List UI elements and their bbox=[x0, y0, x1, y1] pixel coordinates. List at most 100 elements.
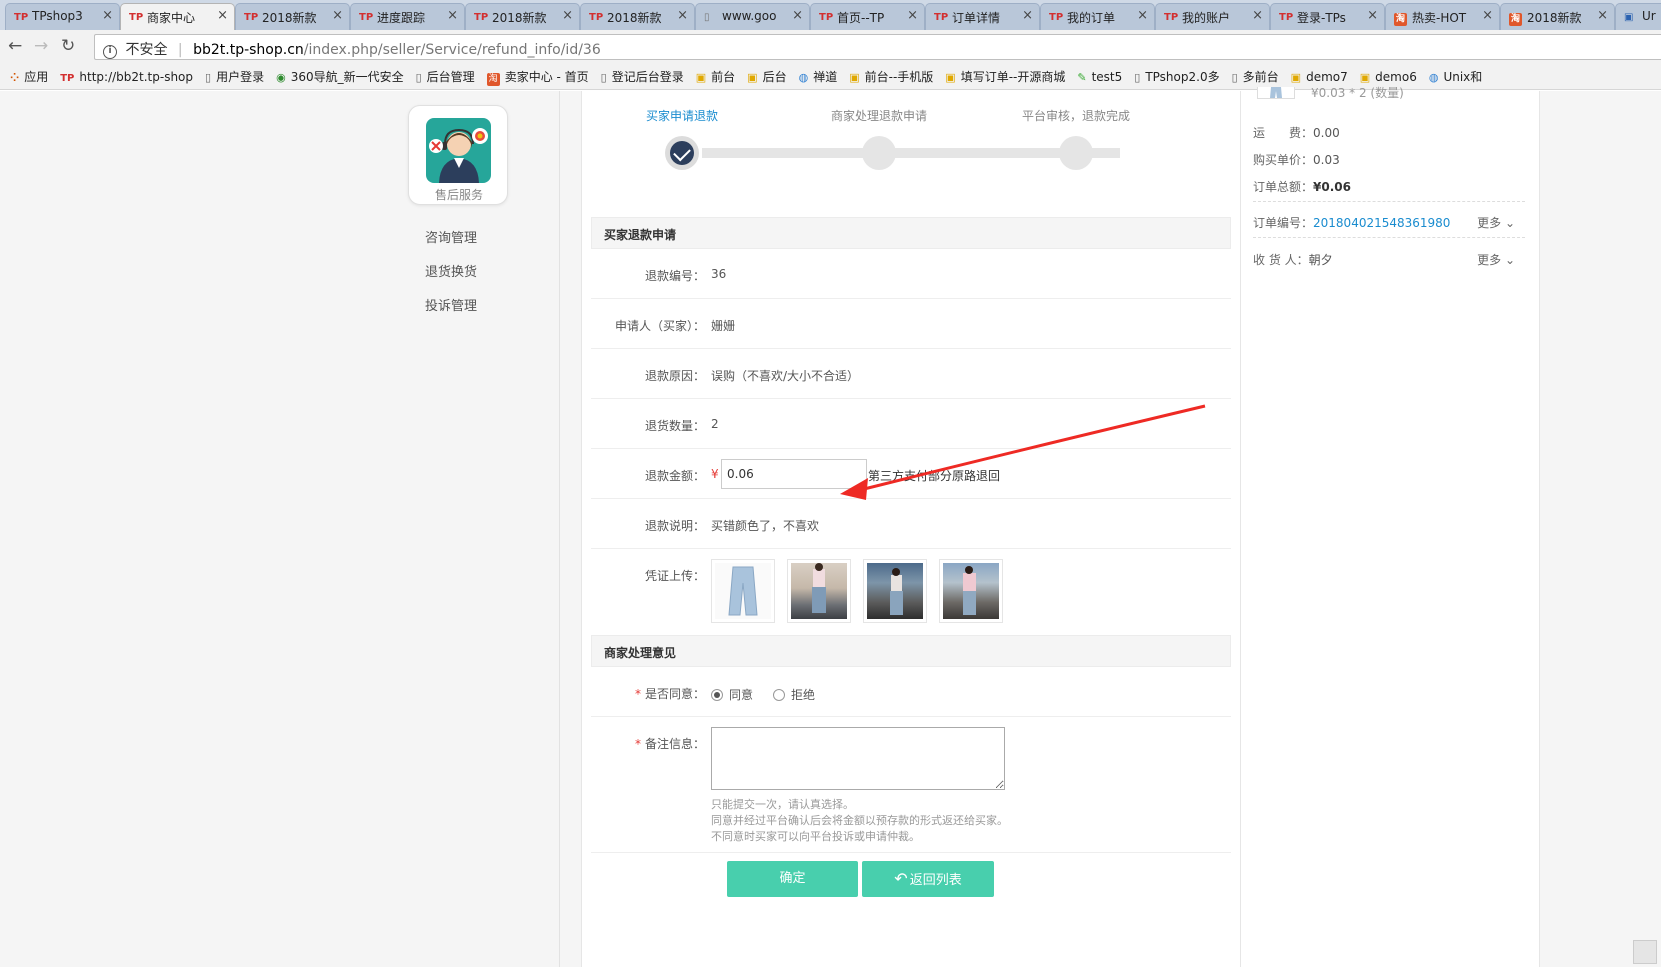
receiver-more-toggle[interactable]: 更多 ⌄ bbox=[1477, 251, 1515, 268]
browser-tab[interactable]: TP 订单详情 × bbox=[925, 3, 1040, 30]
product-thumbnail[interactable] bbox=[1257, 87, 1295, 99]
agree-radio[interactable]: 同意 bbox=[711, 686, 753, 703]
info-icon[interactable]: i bbox=[103, 45, 117, 59]
bag-icon: ▣ bbox=[945, 71, 956, 84]
order-number-link[interactable]: 201804021548361980 bbox=[1313, 216, 1450, 230]
confirm-button[interactable]: 确定 bbox=[727, 861, 858, 897]
customer-service-icon bbox=[426, 118, 491, 183]
action-bar: 确定 ↶ 返回列表 bbox=[582, 861, 1242, 901]
step-label-buyer-apply: 买家申请退款 bbox=[645, 109, 718, 123]
sidebar-item-consult[interactable]: 咨询管理 bbox=[400, 229, 500, 263]
bookmark-item[interactable]: ▣ 填写订单--开源商城 bbox=[945, 68, 1065, 85]
bookmark-item[interactable]: ▣ 前台 bbox=[696, 68, 735, 85]
browser-tab[interactable]: TP TPshop3 × bbox=[5, 3, 120, 30]
refund-amount-row: 退款金额： ¥ 第三方支付部分原路退回 bbox=[591, 449, 1231, 499]
bookmark-label: 应用 bbox=[24, 70, 49, 84]
close-tab-icon[interactable]: × bbox=[792, 8, 803, 23]
close-tab-icon[interactable]: × bbox=[1137, 8, 1148, 23]
bookmark-item[interactable]: ◍ Unix和 bbox=[1429, 68, 1482, 85]
bookmark-item[interactable]: ⁘ 应用 bbox=[10, 68, 48, 85]
left-sidebar: 售后服务 咨询管理 退货换货 投诉管理 bbox=[0, 91, 560, 967]
browser-tab[interactable]: TP 进度跟踪 × bbox=[350, 3, 465, 30]
back-arrow-icon[interactable]: ← bbox=[8, 36, 22, 56]
browser-tab[interactable]: TP 登录-TPs × bbox=[1270, 3, 1385, 30]
close-tab-icon[interactable]: × bbox=[332, 8, 343, 23]
browser-tab[interactable]: TP 商家中心 × bbox=[120, 3, 235, 30]
remark-label: * 备注信息： bbox=[591, 735, 705, 752]
corner-widget-icon[interactable] bbox=[1633, 940, 1657, 964]
browser-tab[interactable]: TP 我的账户 × bbox=[1155, 3, 1270, 30]
bookmark-item[interactable]: 淘卖家中心 - 首页 bbox=[486, 68, 589, 86]
browser-tab[interactable]: TP 2018新款 × bbox=[465, 3, 580, 30]
check-icon bbox=[673, 143, 691, 162]
bookmark-item[interactable]: ▯ TPshop2.0多 bbox=[1134, 68, 1219, 85]
remark-textarea[interactable] bbox=[711, 727, 1005, 790]
bookmark-item[interactable]: ▣ demo6 bbox=[1360, 70, 1417, 84]
browser-tab[interactable]: TP 2018新款 × bbox=[235, 3, 350, 30]
browser-tab[interactable]: TP 首页--TP × bbox=[810, 3, 925, 30]
proof-image-2[interactable] bbox=[787, 559, 851, 623]
bookmark-item[interactable]: ▯ 用户登录 bbox=[205, 68, 264, 85]
close-tab-icon[interactable]: × bbox=[102, 8, 113, 23]
browser-tab-title: www.goo bbox=[722, 9, 777, 23]
proof-image-3[interactable] bbox=[863, 559, 927, 623]
tp-favicon-icon: TP bbox=[244, 12, 259, 23]
browser-tab[interactable]: ▣Ur× bbox=[1615, 3, 1661, 30]
browser-tab-title: 2018新款 bbox=[492, 11, 547, 25]
bookmark-item[interactable]: ✎ test5 bbox=[1077, 70, 1122, 84]
close-tab-icon[interactable]: × bbox=[447, 8, 458, 23]
browser-tab[interactable]: TP 2018新款 × bbox=[580, 3, 695, 30]
close-tab-icon[interactable]: × bbox=[1022, 8, 1033, 23]
close-tab-icon[interactable]: × bbox=[1367, 8, 1378, 23]
proof-image-1[interactable] bbox=[711, 559, 775, 623]
back-to-list-button[interactable]: ↶ 返回列表 bbox=[862, 861, 994, 897]
sidebar-item-complaint[interactable]: 投诉管理 bbox=[400, 297, 500, 331]
bookmark-item[interactable]: TP http://bb2t.tp-shop bbox=[60, 70, 193, 84]
close-tab-icon[interactable]: × bbox=[677, 8, 688, 23]
close-tab-icon[interactable]: × bbox=[1482, 8, 1493, 23]
close-tab-icon[interactable]: × bbox=[217, 8, 228, 23]
browser-tab-title: 2018新款 bbox=[1527, 11, 1582, 25]
tp-favicon-icon: TP bbox=[129, 12, 144, 23]
currency-symbol: ¥ bbox=[711, 467, 719, 481]
agree-row: * 是否同意： 同意 拒绝 bbox=[591, 667, 1231, 717]
browser-tab[interactable]: 淘热卖-HOT × bbox=[1385, 3, 1500, 30]
browser-tab[interactable]: TP 我的订单 × bbox=[1040, 3, 1155, 30]
address-separator: | bbox=[177, 42, 183, 58]
bookmark-item[interactable]: ▣ demo7 bbox=[1291, 70, 1348, 84]
close-tab-icon[interactable]: × bbox=[1252, 8, 1263, 23]
sidebar-item-return-exchange[interactable]: 退货换货 bbox=[400, 263, 500, 297]
doc-icon: ▯ bbox=[1134, 71, 1141, 84]
tp-favicon-icon: TP bbox=[1049, 12, 1064, 23]
after-sales-service-card[interactable]: 售后服务 bbox=[408, 105, 508, 205]
buyer-refund-section-title: 买家退款申请 bbox=[591, 217, 1231, 249]
globe-icon: ◍ bbox=[798, 71, 809, 84]
refund-id-row: 退款编号： 36 bbox=[591, 249, 1231, 299]
bookmark-item[interactable]: ▯ 后台管理 bbox=[416, 68, 475, 85]
reload-icon[interactable]: ↻ bbox=[61, 36, 75, 56]
browser-tab[interactable]: ▯ www.goo × bbox=[695, 3, 810, 30]
bookmark-item[interactable]: ▯ 多前台 bbox=[1232, 68, 1279, 85]
close-tab-icon[interactable]: × bbox=[562, 8, 573, 23]
address-bar[interactable]: i 不安全 | bb2t.tp-shop.cn/index.php/seller… bbox=[94, 34, 1661, 60]
bookmark-item[interactable]: ◍ 禅道 bbox=[799, 68, 838, 85]
close-tab-icon[interactable]: × bbox=[907, 8, 918, 23]
refund-amount-label: 退款金额： bbox=[644, 469, 705, 483]
refund-amount-input[interactable] bbox=[721, 459, 867, 489]
reject-radio[interactable]: 拒绝 bbox=[773, 686, 815, 703]
bookmark-label: 360导航_新一代安全 bbox=[290, 70, 404, 84]
refund-id-label: 退款编号： bbox=[644, 269, 705, 283]
forward-arrow-icon[interactable]: → bbox=[34, 36, 48, 56]
bookmark-item[interactable]: ▯ 登记后台登录 bbox=[601, 68, 684, 85]
proof-image-4[interactable] bbox=[939, 559, 1003, 623]
radio-checked-icon bbox=[711, 689, 723, 701]
order-more-toggle[interactable]: 更多 ⌄ bbox=[1477, 214, 1515, 231]
bookmark-item[interactable]: ◉ 360导航_新一代安全 bbox=[276, 68, 404, 85]
bookmark-item[interactable]: ▣ 前台--手机版 bbox=[849, 68, 933, 85]
g360-icon: ◉ bbox=[276, 71, 286, 84]
bookmark-item[interactable]: ▣ 后台 bbox=[747, 68, 786, 85]
close-tab-icon[interactable]: × bbox=[1597, 8, 1608, 23]
browser-tab[interactable]: 淘 2018新款 × bbox=[1500, 3, 1615, 30]
step-label-platform-complete: 平台审核，退款完成 bbox=[1021, 109, 1130, 123]
step-label-seller-process: 商家处理退款申请 bbox=[830, 109, 927, 123]
